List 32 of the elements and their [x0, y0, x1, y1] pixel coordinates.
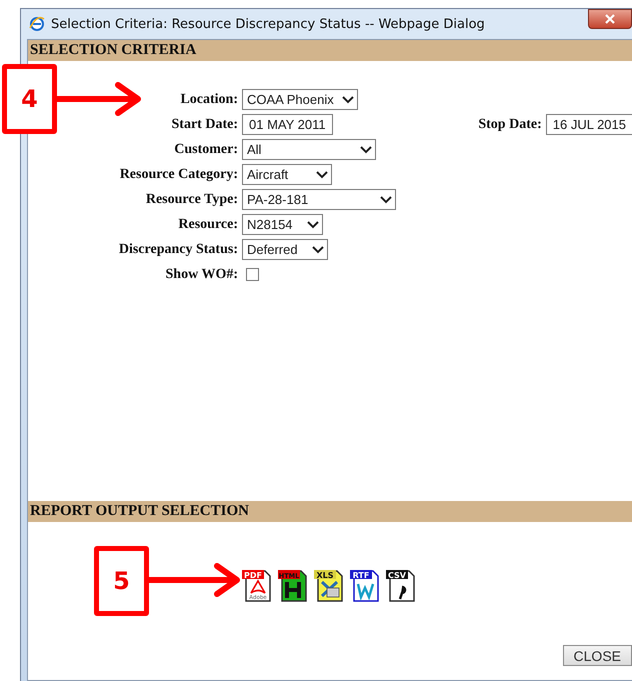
dropdown[interactable]: Aircraft	[242, 164, 332, 185]
callout-number: 4	[2, 64, 57, 134]
section-header: SELECTION CRITERIA	[28, 40, 632, 61]
checkbox[interactable]	[246, 268, 259, 281]
field-label: Stop Date:	[478, 116, 542, 132]
dropdown[interactable]: N28154	[242, 214, 323, 235]
chevron-down-icon	[316, 170, 328, 178]
field-label: Discrepancy Status:	[118, 242, 238, 258]
browser-icon	[29, 16, 45, 32]
dropdown[interactable]: COAA Phoenix	[242, 89, 358, 110]
chevron-down-icon	[360, 146, 372, 154]
dropdown[interactable]: All	[242, 139, 376, 160]
chevron-down-icon	[312, 246, 324, 254]
field-label: Resource Type:	[146, 192, 238, 208]
chevron-down-icon	[380, 196, 392, 204]
field-label: Resource:	[178, 216, 238, 232]
section-header: REPORT OUTPUT SELECTION	[28, 501, 632, 522]
field-label: Start Date:	[172, 116, 238, 132]
window-title: Selection Criteria: Resource Discrepancy Status -- Webpage Dialog	[51, 16, 486, 32]
field-label: Location:	[180, 92, 238, 108]
date-field[interactable]: 16 JUL 2015	[546, 114, 632, 135]
field-label: Resource Category:	[120, 166, 238, 182]
dropdown[interactable]: Deferred	[242, 239, 328, 260]
chevron-down-icon	[307, 220, 319, 228]
callout-number: 5	[94, 546, 149, 616]
field-label: Show WO#:	[166, 266, 238, 282]
date-field[interactable]: 01 MAY 2011	[242, 114, 333, 135]
close-button[interactable]: CLOSE	[562, 645, 632, 666]
dropdown[interactable]: PA-28-181	[242, 189, 396, 210]
field-label: Customer:	[174, 142, 238, 158]
chevron-down-icon	[342, 96, 354, 104]
close-icon[interactable]	[588, 9, 632, 29]
